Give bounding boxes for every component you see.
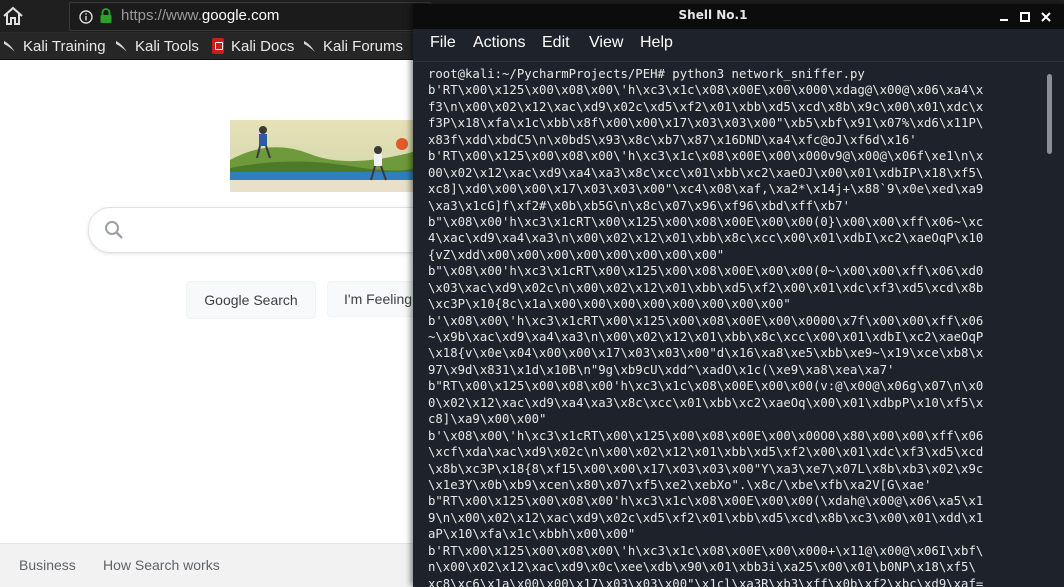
search-icon [104,220,124,244]
menu-help[interactable]: Help [640,34,673,52]
terminal-output-line: 0\x02\x12\xac\xd9\xa4\xa3\x8c\xcc\x01\xb… [428,395,984,410]
terminal-output-line: 97\x9d\x831\x1d\x10B\n"9g\xb9cU\xdd^\xad… [428,362,895,377]
terminal-output-line: 4\xac\xd9\xa4\xa3\n\x00\x02\x12\x01\xbb\… [428,231,984,246]
menu-actions[interactable]: Actions [473,34,525,52]
home-icon[interactable] [0,3,26,29]
google-search-button[interactable]: Google Search [186,281,316,319]
terminal-output-line: aP\x10\xfa\x1c\xbbh\x00\x00" [428,527,636,542]
terminal-output-line: b"\x08\x00'h\xc3\x1cRT\x00\x125\x00\x08\… [428,214,984,229]
kali-dragon-icon [2,38,18,54]
terminal-titlebar[interactable]: Shell No.1 [413,4,1064,29]
terminal-output-line: \x03\xac\xd9\x02c\n\x00\x02\x12\x01\xbb\… [428,280,984,295]
terminal-output-line: \xc3P\x10{8c\x1a\x00\x00\x00\x00\x00\x00… [428,297,791,312]
lock-icon[interactable] [99,8,113,28]
footer-link-how-search-works[interactable]: How Search works [103,557,220,573]
terminal-output-line: x83f\xdd\xbdC5\n\x0bdS\x93\x8c\xb7\x87\x… [428,132,917,147]
terminal-output-line: b"RT\x00\x125\x00\x08\x00'h\xc3\x1c\x08\… [428,379,984,394]
url-host: google.com [201,7,280,24]
google-doodle[interactable] [230,120,420,192]
google-search-input[interactable] [88,207,450,253]
bookmark-kali-tools[interactable]: Kali Tools [114,36,199,56]
bookmark-label: Kali Training [23,37,106,55]
terminal-menubar: File Actions Edit View Help [413,29,1064,61]
terminal-output-line: 00\x02\x12\xac\xd9\xa4\xa3\x8c\xcc\x01\x… [428,165,984,180]
menu-view[interactable]: View [589,34,623,52]
bookmark-kali-training[interactable]: Kali Training [2,36,106,56]
terminal-output-line: xc8]\xd0\x00\x00\x17\x03\x03\x00"\xc4\x0… [428,182,984,197]
bookmark-label: Kali Docs [231,37,295,55]
terminal-output-line: f3\n\x00\x02\x12\xac\xd9\x02c\xd5\xf2\x0… [428,99,984,114]
menu-edit[interactable]: Edit [542,34,570,52]
terminal-output-line: ~\x9b\xac\xd9\xa4\xa3\n\x00\x02\x12\x01\… [428,330,984,344]
url-scheme: https://www. [121,7,202,24]
google-footer: Business How Search works [0,543,420,587]
terminal-output-line: \xa3\x1cG]f\xf2#\x0b\xb5G\n\x8c\x07\x96\… [428,198,850,213]
terminal-window[interactable]: Shell No.1 File Actions Edit View Help r… [413,4,1064,587]
url-bar[interactable]: https://www.google.com [69,2,431,31]
terminal-prompt-line: root@kali:~/PycharmProjects/PEH# python3… [428,67,865,81]
menu-file[interactable]: File [430,34,456,52]
terminal-output-line: f3P\x18\xfa\x1c\xbb\x8f\x00\x00\x17\x03\… [428,116,984,131]
terminal-output-line: b'\x08\x00\'h\xc3\x1cRT\x00\x125\x00\x08… [428,313,984,328]
feeling-lucky-button[interactable]: I'm Feeling [327,281,427,317]
terminal-output-line: {vZ\xdd\x00\x00\x00\x00\x00\x00\x00\x00" [428,247,725,262]
terminal-output-line: c8]\xa9\x00\x00" [428,412,547,427]
window-title: Shell No.1 [678,8,748,22]
terminal-output-line: b'RT\x00\x125\x00\x08\x00\'h\xc3\x1c\x08… [428,543,984,558]
bookmark-label: Kali Tools [135,37,199,55]
footer-link-business[interactable]: Business [19,557,76,573]
terminal-output-line: \xcf\xda\xac\xd9\x02c\n\x00\x02\x12\x01\… [428,445,984,460]
terminal-output-line: b'\x08\x00\'h\xc3\x1cRT\x00\x125\x00\x08… [428,428,984,443]
info-icon[interactable] [79,9,93,28]
terminal-output-line: b'RT\x00\x125\x00\x08\x00\'h\xc3\x1c\x08… [428,149,984,164]
close-icon[interactable] [1039,9,1053,23]
bookmark-kali-docs[interactable]: Kali Docs [210,36,294,56]
kali-dragon-icon [114,38,130,54]
terminal-output-line: \x8b\xc3P\x18{8\xf15\x00\x00\x17\x03\x03… [428,461,984,476]
minimize-icon[interactable] [997,9,1011,23]
terminal-output-line: b'RT\x00\x125\x00\x08\x00\'h\xc3\x1c\x08… [428,83,984,98]
terminal-output-line: b"\x08\x00'h\xc3\x1cRT\x00\x125\x00\x08\… [428,264,984,279]
bookmark-label: Kali Forums [323,37,404,55]
bookmark-kali-forums[interactable]: Kali Forums [302,36,403,56]
terminal-output-line: n\x00\x02\x12\xac\xd9\x0c\xee\xdb\x90\x0… [428,560,976,575]
terminal-scrollbar[interactable] [1047,74,1052,154]
kali-docs-icon [210,38,226,54]
kali-dragon-icon [302,38,318,54]
terminal-output-line: \x18{v\x0e\x04\x00\x00\x17\x03\x03\x00"d… [428,346,984,361]
terminal-lines: root@kali:~/PycharmProjects/PEH# python3… [428,66,1048,587]
maximize-icon[interactable] [1018,9,1032,23]
terminal-output-line: \x1e3Y\x0b\xb9\xcen\x80\x07\xf5\xe2\xebX… [428,477,932,492]
terminal-output-line: b"RT\x00\x125\x00\x08\x00'h\xc3\x1c\x08\… [428,494,984,509]
terminal-output-line: 9\n\x00\x02\x12\xac\xd9\x02c\xd5\xf2\x01… [428,510,984,525]
url-text: https://www.google.com [121,7,279,24]
terminal-output-line: xc8\xc6\x1a\x00\x00\x17\x03\x03\x00"\x1c… [428,576,984,587]
terminal-output[interactable]: root@kali:~/PycharmProjects/PEH# python3… [413,61,1064,587]
